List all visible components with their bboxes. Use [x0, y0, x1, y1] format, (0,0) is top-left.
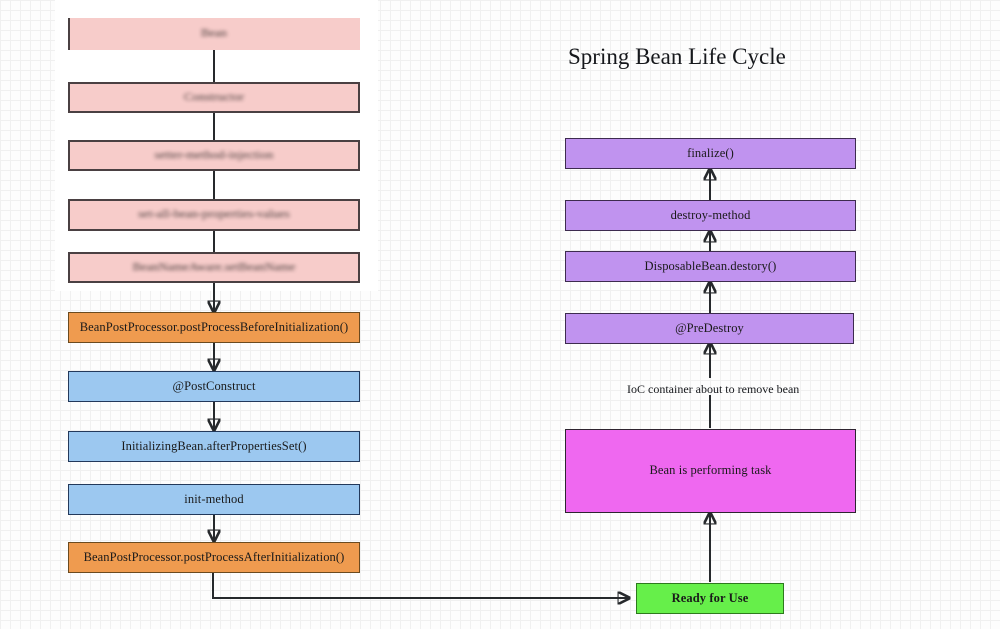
node-pink-4[interactable]: set-all-bean-properties-values [68, 199, 360, 231]
node-disposablebean-destroy[interactable]: DisposableBean.destory() [565, 251, 856, 282]
node-disposablebean-destroy-label: DisposableBean.destory() [644, 258, 777, 273]
node-beanpostprocessor-before[interactable]: BeanPostProcessor.postProcessBeforeIniti… [68, 312, 360, 343]
node-pink-3[interactable]: setter-method-injection [68, 140, 360, 171]
node-destroy-method[interactable]: destroy-method [565, 200, 856, 231]
node-pink-5[interactable]: BeanNameAware.setBeanName [68, 252, 360, 283]
edge-label-ioc-remove-bean: IoC container about to remove bean [627, 382, 800, 396]
node-postconstruct-label: @PostConstruct [172, 378, 256, 393]
node-pink-2[interactable]: Constructor [68, 82, 360, 113]
node-ready-for-use[interactable]: Ready for Use [636, 583, 784, 614]
node-pink-2-label: Constructor [183, 90, 245, 104]
diagram-canvas: Spring Bean Life Cycle Bean Constructor … [0, 0, 1000, 629]
node-init-method-label: init-method [184, 491, 244, 506]
node-finalize[interactable]: finalize() [565, 138, 856, 169]
node-pink-3-label: setter-method-injection [154, 148, 274, 162]
node-beanpostprocessor-after[interactable]: BeanPostProcessor.postProcessAfterInitia… [68, 542, 360, 573]
node-destroy-method-label: destroy-method [670, 207, 751, 222]
node-bean-performing-task[interactable]: Bean is performing task [565, 429, 856, 513]
node-beanpostprocessor-before-label: BeanPostProcessor.postProcessBeforeIniti… [79, 319, 349, 334]
node-beanpostprocessor-after-label: BeanPostProcessor.postProcessAfterInitia… [83, 549, 345, 564]
node-ready-for-use-label: Ready for Use [671, 590, 749, 605]
node-finalize-label: finalize() [687, 145, 734, 160]
diagram-title: Spring Bean Life Cycle [568, 44, 786, 69]
node-pink-1-label: Bean [200, 26, 228, 40]
node-initializingbean-label: InitializingBean.afterPropertiesSet() [121, 438, 307, 453]
node-pink-5-label: BeanNameAware.setBeanName [132, 260, 296, 274]
node-pink-4-label: set-all-bean-properties-values [138, 207, 290, 221]
node-initializingbean[interactable]: InitializingBean.afterPropertiesSet() [68, 431, 360, 462]
node-predestroy[interactable]: @PreDestroy [565, 313, 854, 344]
node-bean-performing-task-label: Bean is performing task [649, 463, 772, 478]
node-pink-1[interactable]: Bean [68, 18, 360, 50]
node-postconstruct[interactable]: @PostConstruct [68, 371, 360, 402]
node-init-method[interactable]: init-method [68, 484, 360, 515]
node-predestroy-label: @PreDestroy [675, 320, 744, 335]
